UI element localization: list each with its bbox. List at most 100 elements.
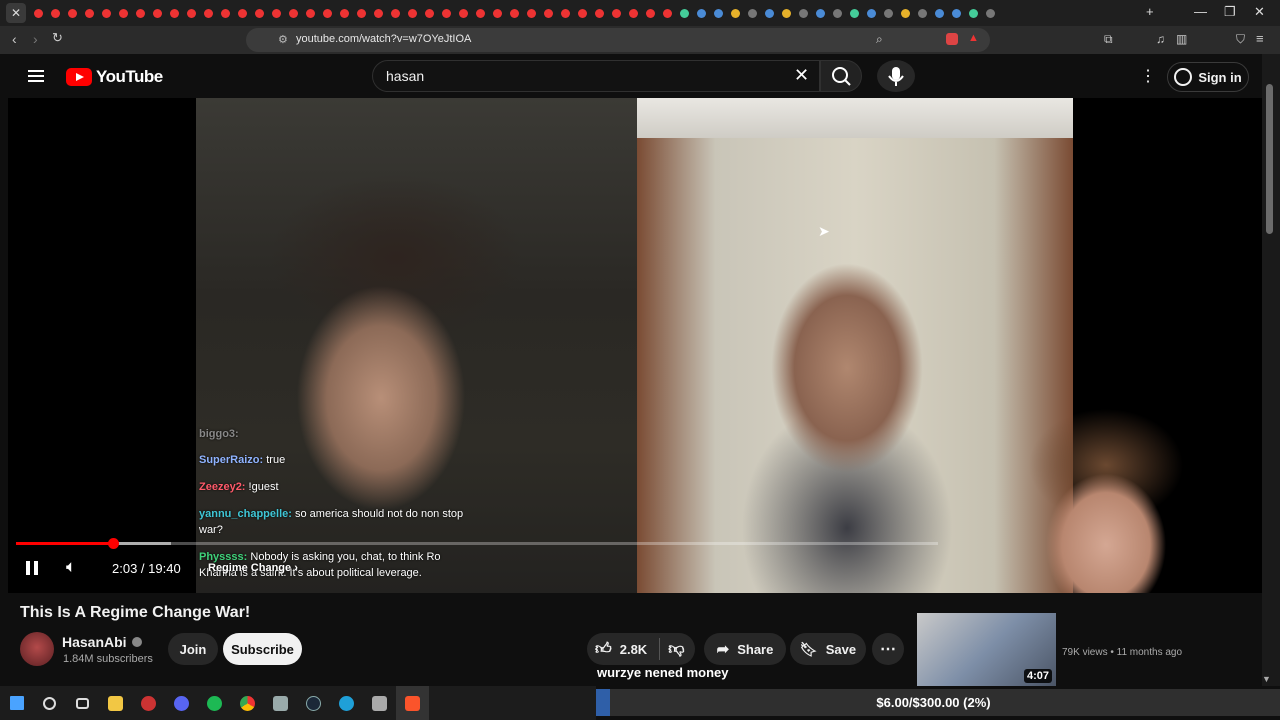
browser-tab[interactable] xyxy=(149,6,166,20)
file-explorer-icon[interactable] xyxy=(99,686,132,720)
browser-tab[interactable] xyxy=(319,6,336,20)
spotify-icon[interactable] xyxy=(198,686,231,720)
browser-tab[interactable] xyxy=(659,6,676,20)
browser-tab[interactable] xyxy=(98,6,115,20)
browser-tab[interactable] xyxy=(506,6,523,20)
browser-tab[interactable] xyxy=(829,6,846,20)
menu-icon[interactable]: ≡ xyxy=(1256,31,1264,46)
browser-tab[interactable] xyxy=(166,6,183,20)
brave-shields-icon[interactable] xyxy=(946,33,958,45)
guide-menu-icon[interactable] xyxy=(28,67,44,85)
chapter-button[interactable]: Regime Change › xyxy=(208,562,298,574)
reload-icon[interactable]: ↻ xyxy=(52,30,63,46)
browser-tab[interactable] xyxy=(336,6,353,20)
browser-tab[interactable] xyxy=(625,6,642,20)
browser-tab[interactable] xyxy=(370,6,387,20)
app-icon-grey[interactable] xyxy=(363,686,396,720)
active-tab-close-icon[interactable]: ✕ xyxy=(6,3,26,23)
steam-icon[interactable] xyxy=(297,686,330,720)
volume-icon[interactable]: 🔈︎ xyxy=(66,557,76,577)
site-info-icon[interactable]: ⚙ xyxy=(278,33,288,46)
browser-tab[interactable] xyxy=(217,6,234,20)
browser-tab[interactable] xyxy=(438,6,455,20)
maximize-icon[interactable]: ❐ xyxy=(1224,4,1236,20)
browser-tab[interactable] xyxy=(302,6,319,20)
browser-tab[interactable] xyxy=(557,6,574,20)
browser-tab[interactable] xyxy=(251,6,268,20)
subscribe-button[interactable]: Subscribe xyxy=(223,633,302,665)
zoom-icon[interactable]: ⌕ xyxy=(876,32,883,47)
browser-tab[interactable] xyxy=(727,6,744,20)
recommended-video-thumbnail[interactable]: 4:07 xyxy=(917,613,1056,686)
share-button[interactable]: ➦ Share xyxy=(704,633,786,665)
app-icon-red[interactable] xyxy=(132,686,165,720)
browser-tab[interactable] xyxy=(931,6,948,20)
browser-tab[interactable] xyxy=(914,6,931,20)
chrome-icon[interactable] xyxy=(231,686,264,720)
more-actions-icon[interactable]: ⋯ xyxy=(872,633,904,665)
browser-tab[interactable] xyxy=(693,6,710,20)
browser-tab[interactable] xyxy=(710,6,727,20)
clear-search-icon[interactable]: ✕ xyxy=(794,65,809,86)
sidebar-icon[interactable]: ▥ xyxy=(1176,32,1187,46)
scroll-down-arrow-icon[interactable]: ▼ xyxy=(1262,674,1271,684)
browser-tab[interactable] xyxy=(795,6,812,20)
browser-tab[interactable] xyxy=(948,6,965,20)
browser-tab[interactable] xyxy=(268,6,285,20)
back-icon[interactable]: ‹ xyxy=(12,31,17,47)
extensions-icon[interactable]: ⧉ xyxy=(1104,32,1113,47)
browser-tab[interactable] xyxy=(285,6,302,20)
browser-tab[interactable] xyxy=(489,6,506,20)
pause-icon[interactable] xyxy=(26,561,38,575)
dislike-icon[interactable]: 👎︎ xyxy=(668,640,684,659)
sign-in-button[interactable]: Sign in xyxy=(1167,62,1249,92)
browser-tab[interactable] xyxy=(200,6,217,20)
browser-tab[interactable] xyxy=(982,6,999,20)
browser-tab[interactable] xyxy=(744,6,761,20)
browser-tab[interactable] xyxy=(30,6,47,20)
task-view-icon[interactable] xyxy=(66,686,99,720)
forward-icon[interactable]: › xyxy=(33,31,38,47)
edge-icon[interactable] xyxy=(330,686,363,720)
youtube-logo[interactable]: YouTube xyxy=(66,67,163,87)
join-button[interactable]: Join xyxy=(168,633,218,665)
page-scrollbar[interactable] xyxy=(1262,54,1280,686)
browser-tab[interactable] xyxy=(353,6,370,20)
browser-tab[interactable] xyxy=(421,6,438,20)
browser-tab[interactable] xyxy=(642,6,659,20)
browser-tab[interactable] xyxy=(608,6,625,20)
browser-tab[interactable] xyxy=(132,6,149,20)
browser-tab[interactable] xyxy=(115,6,132,20)
brave-icon[interactable] xyxy=(396,686,429,720)
browser-tab[interactable] xyxy=(64,6,81,20)
close-window-icon[interactable]: ✕ xyxy=(1254,4,1265,20)
like-icon[interactable]: 👍︎ xyxy=(595,640,612,659)
browser-tab[interactable] xyxy=(880,6,897,20)
settings-more-icon[interactable]: ⋮ xyxy=(1140,66,1156,86)
start-icon[interactable] xyxy=(0,686,33,720)
scrollbar-thumb[interactable] xyxy=(1266,84,1273,234)
voice-search-button[interactable] xyxy=(877,60,915,92)
like-count[interactable]: 2.8K xyxy=(620,642,647,657)
browser-tab[interactable] xyxy=(846,6,863,20)
browser-tab[interactable] xyxy=(404,6,421,20)
browser-tab[interactable] xyxy=(523,6,540,20)
app-icon-tool[interactable] xyxy=(264,686,297,720)
browser-tab[interactable] xyxy=(812,6,829,20)
channel-name-link[interactable]: HasanAbi xyxy=(62,634,142,650)
address-bar[interactable]: ⚙ youtube.com/watch?v=w7OYeJtIOA ⌕ ▲ xyxy=(246,28,990,52)
browser-tab[interactable] xyxy=(574,6,591,20)
browser-tab[interactable] xyxy=(47,6,64,20)
vpn-icon[interactable]: ⛉ xyxy=(1236,32,1245,47)
save-button[interactable]: 🔖︎ Save xyxy=(790,633,866,665)
browser-tab[interactable] xyxy=(472,6,489,20)
new-tab-icon[interactable]: + xyxy=(1146,4,1154,19)
progress-scrubber[interactable] xyxy=(107,538,119,549)
browser-tab[interactable] xyxy=(863,6,880,20)
channel-avatar[interactable] xyxy=(20,632,54,666)
browser-tab[interactable] xyxy=(778,6,795,20)
media-icon[interactable]: ♫ xyxy=(1156,32,1165,46)
taskbar-search-icon[interactable] xyxy=(33,686,66,720)
browser-tab[interactable] xyxy=(897,6,914,20)
browser-tab[interactable] xyxy=(965,6,982,20)
